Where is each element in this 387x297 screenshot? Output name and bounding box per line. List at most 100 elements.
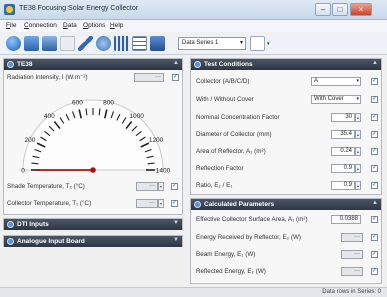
gauge-tick-label: 200 [25,137,36,144]
gauge-tick-label: 800 [103,99,114,106]
maximize-button[interactable]: □ [332,3,348,16]
reflected-energy-checkbox[interactable]: ✓ [371,268,378,275]
calculated-header: Calculated Parameters ▲ [191,199,381,210]
gauge-tick-label: 1400 [156,168,171,175]
shade-temp-value: --- [136,182,158,191]
ratio-checkbox[interactable]: ✓ [371,182,378,189]
energy-reflector-checkbox[interactable]: ✓ [371,234,378,241]
menu-data[interactable]: Data [63,22,77,29]
status-bar: Data rows in Series: 0 [0,287,387,297]
reflection-checkbox[interactable]: ✓ [371,165,378,172]
menu-connection[interactable]: Connection [24,22,57,29]
reflection-spinner[interactable]: ▴ [355,164,361,173]
cover-label: With / Without Cover [196,96,254,103]
dti-header[interactable]: DTI Inputs ▼ [4,219,182,230]
test-conditions-panel: Test Conditions ▲ Collector (A/B/C/D) A ▾ … [190,58,382,195]
reflected-energy-label: Reflected Energy, E₂ (W) [196,268,266,275]
analogue-header[interactable]: Analogue Input Board ▼ [4,236,182,247]
settings-icon[interactable] [96,36,111,51]
diameter-checkbox[interactable]: ✓ [371,131,378,138]
gauge-tick [98,108,101,116]
shade-temp-checkbox[interactable]: ✓ [171,183,178,190]
gauge-tick [85,108,88,116]
effective-area-value: 0.0388 [331,215,361,224]
effective-area-checkbox[interactable]: ✓ [371,216,378,223]
radiation-checkbox[interactable]: ✓ [172,74,179,81]
panel-icon [194,61,201,68]
te38-header: TE38 ▲ [4,59,182,70]
dti-panel[interactable]: DTI Inputs ▼ [3,218,183,230]
panel-icon [7,61,14,68]
new-document-icon[interactable] [60,36,75,51]
collector-temp-value: --- [136,199,158,208]
radiation-gauge: 0 200 400 600 800 1000 1200 1400 [21,99,171,175]
series-options-icon[interactable] [250,36,265,51]
area-checkbox[interactable]: ✓ [371,148,378,155]
test-conditions-header: Test Conditions ▲ [191,59,381,70]
collector-select-label: Collector (A/B/C/D) [196,78,250,85]
radiation-value: --- [134,73,164,82]
menu-options[interactable]: Options [83,22,105,29]
ncf-checkbox[interactable]: ✓ [371,114,378,121]
open-icon[interactable] [24,36,39,51]
diameter-spinner[interactable]: ▴ [355,130,361,139]
toolbar: Data Series 1 ▾ ▾ [0,33,387,55]
gauge-tick [31,162,39,165]
gauge-tick-label: 1200 [149,137,164,144]
beam-energy-label: Beam Energy, E₁ (W) [196,251,256,258]
menu-file[interactable]: File [6,22,17,29]
ncf-label: Nominal Concentration Factor [196,114,280,121]
edit-pencil-icon[interactable] [78,36,93,51]
table-icon[interactable] [132,36,147,51]
effective-area-label: Effective Collector Surface Area, A₁ (m²… [196,216,308,223]
ratio-label: Ratio, E₂ / E₁ [196,182,233,189]
area-input[interactable]: 0.24 [331,147,355,156]
panel-icon [194,201,201,208]
collector-temp-checkbox[interactable]: ✓ [171,200,178,207]
reflection-input[interactable]: 0.9 [331,164,355,173]
menu-bar: File Connection Data Options Help [0,20,387,32]
save-icon[interactable] [42,36,57,51]
cover-checkbox[interactable]: ✓ [371,96,378,103]
cover-select[interactable]: With Cover ▾ [311,95,361,104]
connect-icon[interactable] [6,36,21,51]
diameter-input[interactable]: 35.4 [331,130,355,139]
beam-energy-checkbox[interactable]: ✓ [371,251,378,258]
area-label: Area of Reflector, A₁ (m²) [196,148,266,155]
gauge-tick-label: 0 [21,168,25,175]
ncf-input[interactable]: 30 [331,113,355,122]
ratio-input[interactable]: 0.9 [331,181,355,190]
energy-reflector-label: Energy Received by Reflector, E₂ (W) [196,234,301,241]
minimize-button[interactable]: – [315,3,331,16]
diameter-label: Diameter of Collector (mm) [196,131,272,138]
window-title: TE38 Focusing Solar Energy Collector [19,5,139,12]
calculated-panel: Calculated Parameters ▲ Effective Collect… [190,198,382,284]
beam-energy-value: --- [341,250,363,259]
graph-icon[interactable] [150,36,165,51]
ncf-spinner[interactable]: ▴ [355,113,361,122]
te38-panel: TE38 ▲ Radiation Intensity, I (W.m⁻²) ✓ -… [3,58,183,215]
radiation-label: Radiation Intensity, I (W.m⁻²) [7,74,88,81]
chart-icon[interactable] [114,36,129,51]
collector-checkbox[interactable]: ✓ [371,78,378,85]
energy-reflector-value: --- [341,233,363,242]
app-icon [4,4,15,15]
area-spinner[interactable]: ▴ [355,147,361,156]
collector-temp-spinner[interactable]: ▾ [158,199,164,208]
analogue-panel[interactable]: Analogue Input Board ▼ [3,235,183,247]
reflected-energy-value: --- [341,267,363,276]
shade-temp-label: Shade Temperature, T₂ (°C) [7,183,85,190]
ratio-spinner[interactable]: ▴ [355,181,361,190]
status-text: Data rows in Series: 0 [322,289,381,295]
close-button[interactable]: × [350,3,372,16]
collector-select[interactable]: A ▾ [311,77,361,86]
menu-help[interactable]: Help [110,22,123,29]
series-select[interactable]: Data Series 1 ▾ [178,37,246,50]
gauge-tick [147,162,155,165]
gauge-tick-label: 400 [44,113,55,120]
title-bar: TE38 Focusing Solar Energy Collector – □… [0,0,387,20]
chevron-down-icon[interactable]: ▾ [267,41,270,47]
shade-temp-spinner[interactable]: ▾ [158,182,164,191]
panel-icon [7,221,14,228]
gauge-tick-label: 1000 [129,113,144,120]
